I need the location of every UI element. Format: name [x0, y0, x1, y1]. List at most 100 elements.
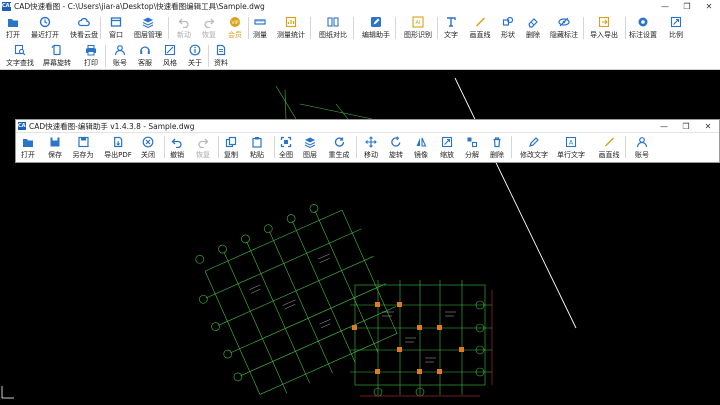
regenerate-button[interactable]: 重生成 — [329, 133, 350, 163]
line-button[interactable]: 画直线 — [470, 14, 491, 42]
compare-icon — [327, 16, 339, 28]
info-button[interactable]: 关于 — [188, 42, 202, 70]
edit-assistant-button[interactable]: 编辑助手 — [362, 14, 390, 42]
annotation-settings-button[interactable]: 标注设置 — [629, 14, 657, 42]
document-button[interactable]: 资料 — [214, 42, 228, 70]
minimize-button[interactable]: — — [654, 0, 676, 13]
helper-window-controls: — ❐ ✕ — [653, 120, 719, 133]
shape-button[interactable]: 形状 — [501, 14, 515, 42]
folder-open-button[interactable]: 打开 — [21, 133, 35, 163]
paste-icon — [251, 136, 263, 148]
text-button[interactable]: 文字 — [444, 14, 458, 42]
edit-helper-window: CAD CAD快速看图-编辑助手 v1.4.3.8 - Sample.dwg —… — [15, 119, 720, 163]
move-icon — [365, 136, 377, 148]
rotate-label: 旋转 — [389, 151, 403, 159]
scale-button[interactable]: 缩放 — [440, 133, 454, 163]
helper-maximize-button[interactable]: ❐ — [675, 120, 697, 133]
cloud-icon — [78, 16, 90, 28]
maximize-button[interactable]: ❐ — [676, 0, 698, 13]
shape-icon — [502, 16, 514, 28]
undo-button[interactable]: 撤销 — [170, 133, 184, 163]
mirror-button[interactable]: 镜像 — [414, 133, 428, 163]
folder-open-icon — [22, 136, 34, 148]
save-button[interactable]: 保存 — [48, 133, 62, 163]
import-export-button[interactable]: 导入导出 — [590, 14, 618, 42]
helper-titlebar[interactable]: CAD CAD快速看图-编辑助手 v1.4.3.8 - Sample.dwg —… — [16, 120, 719, 133]
toolbar-separator — [625, 17, 626, 39]
window-button[interactable]: 窗口 — [109, 14, 123, 42]
ruler-button[interactable]: 测量 — [253, 14, 267, 42]
trash-button[interactable]: 删除 — [490, 133, 504, 163]
user-button[interactable]: 账号 — [113, 42, 127, 70]
document-icon — [215, 44, 227, 56]
folder-open-label: 打开 — [6, 31, 20, 39]
toolbar-separator — [625, 136, 626, 158]
line-label: 画直线 — [598, 151, 620, 159]
hide-annotation-button[interactable]: 隐藏标注 — [550, 14, 578, 42]
redo-button[interactable]: 恢复 — [196, 133, 210, 163]
window-label: 窗口 — [109, 31, 123, 39]
mirror-label: 镜像 — [414, 151, 428, 159]
edit-text-button[interactable]: 修改文字 — [520, 133, 548, 163]
compare-button[interactable]: 图纸对比 — [319, 14, 347, 42]
rotate-button[interactable]: 旋转 — [389, 133, 403, 163]
edit-assistant-icon — [370, 16, 382, 28]
measure-stats-button[interactable]: 测量统计 — [277, 14, 305, 42]
rotate-screen-label: 屏幕旋转 — [43, 59, 71, 67]
pdf-export-button[interactable]: 导出PDF — [104, 133, 132, 163]
redo-icon — [197, 136, 209, 148]
save-as-label: 另存为 — [72, 151, 94, 159]
helper-close-button[interactable]: ✕ — [697, 120, 719, 133]
close-button[interactable]: ✕ — [698, 0, 720, 13]
vip-button[interactable]: VIP 会员 — [228, 14, 242, 42]
toolbar-separator — [248, 17, 249, 39]
fit-all-button[interactable]: 全图 — [279, 133, 293, 163]
drawing-line — [454, 77, 577, 329]
line-button[interactable]: 画直线 — [599, 133, 620, 163]
undo-button[interactable]: 新动 — [177, 14, 191, 42]
single-line-text-button[interactable]: A 单行文字 — [557, 133, 585, 163]
printer-button[interactable]: 打印 — [84, 42, 98, 70]
import-export-label: 导入导出 — [590, 31, 618, 39]
printer-label: 打印 — [84, 59, 98, 67]
scale-icon — [670, 16, 682, 28]
layers-button[interactable]: 图层 — [303, 133, 317, 163]
headset-button[interactable]: 客服 — [138, 42, 152, 70]
save-as-button[interactable]: 另存为 — [73, 133, 94, 163]
edit-text-icon — [528, 136, 540, 148]
measure-stats-icon — [285, 16, 297, 28]
folder-open-icon — [7, 16, 19, 28]
edit-assistant-label: 编辑助手 — [362, 31, 390, 39]
style-button[interactable]: 风格 — [163, 42, 177, 70]
helper-minimize-button[interactable]: — — [653, 120, 675, 133]
upper-plan-fragment — [275, 85, 373, 120]
layers-button[interactable]: 图层管理 — [134, 14, 162, 42]
cloud-button[interactable]: 快看云盘 — [70, 14, 98, 42]
toolbar-separator — [583, 17, 584, 39]
helper-logo-icon: CAD — [18, 122, 30, 130]
text-label: 文字 — [444, 31, 458, 39]
user-button[interactable]: 账号 — [635, 133, 649, 163]
folder-open-button[interactable]: 打开 — [6, 14, 20, 42]
app-logo-icon: CAD — [2, 2, 14, 11]
floor-plan-annotations — [249, 253, 331, 328]
document-label: 资料 — [214, 59, 228, 67]
shape-recognize-button[interactable]: AI 图形识别 — [404, 14, 432, 42]
close-circle-button[interactable]: 关闭 — [141, 133, 155, 163]
toolbar-separator — [353, 17, 354, 39]
info-label: 关于 — [188, 59, 202, 67]
line-icon — [603, 136, 615, 148]
rotate-screen-button[interactable]: 屏幕旋转 — [43, 42, 71, 70]
clock-button[interactable]: 最近打开 — [31, 14, 59, 42]
explode-button[interactable]: 分解 — [465, 133, 479, 163]
text-search-button[interactable]: 文字查找 — [6, 42, 34, 70]
redo-button[interactable]: 恢复 — [202, 14, 216, 42]
regenerate-icon — [333, 136, 345, 148]
move-button[interactable]: 移动 — [364, 133, 378, 163]
paste-button[interactable]: 粘贴 — [250, 133, 264, 163]
scale-button[interactable]: 比例 — [669, 14, 683, 42]
copy-button[interactable]: 复制 — [224, 133, 238, 163]
redo-label: 恢复 — [196, 151, 210, 159]
redo-icon — [203, 16, 215, 28]
eraser-button[interactable]: 删除 — [526, 14, 540, 42]
